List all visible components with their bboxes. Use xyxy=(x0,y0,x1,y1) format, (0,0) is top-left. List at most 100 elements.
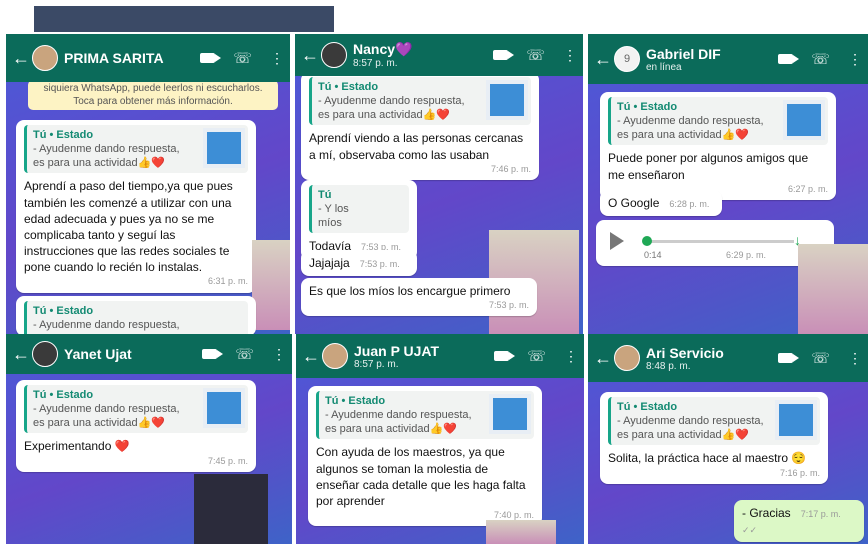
chat-header: ← Juan P UJAT 8:57 p. m. ☏ ⋮ xyxy=(296,334,584,378)
video-call-icon[interactable] xyxy=(494,351,516,361)
status-quote[interactable]: Tú • Estado - Ayudenme dando respuesta, … xyxy=(24,385,248,434)
status-thumbnail xyxy=(783,100,825,140)
notice-line: siquiera WhatsApp, puede leerlos ni escu… xyxy=(43,83,263,94)
incoming-message[interactable]: Tú • Estado - Ayudenme dando respuesta, … xyxy=(600,92,836,200)
message-time: 6:29 p. m. xyxy=(726,250,767,260)
last-seen: 8:57 p. m. xyxy=(353,58,398,69)
video-call-icon[interactable] xyxy=(778,353,800,363)
contact-name[interactable]: Juan P UJAT xyxy=(354,343,494,359)
last-seen: 8:57 p. m. xyxy=(354,358,399,370)
audio-scrubber[interactable] xyxy=(642,236,652,246)
chat-panel-yanet: ← Yanet Ujat ☏ ⋮ Tú • Estado - Ayudenme … xyxy=(6,334,292,544)
audio-track[interactable] xyxy=(644,240,794,243)
avatar[interactable] xyxy=(614,345,640,371)
notice-line: Toca para obtener más información. xyxy=(73,96,233,107)
play-icon[interactable] xyxy=(610,232,624,250)
incoming-message[interactable]: Jajajaja 7:53 p. m. xyxy=(301,250,417,277)
sticker-photo[interactable] xyxy=(798,244,868,334)
sticker-photo[interactable] xyxy=(486,520,556,544)
reply-quote[interactable]: Tú - Y los míos xyxy=(309,185,409,234)
quote-label: Tú • Estado xyxy=(33,305,94,317)
back-arrow-icon[interactable]: ← xyxy=(302,346,320,367)
incoming-message[interactable]: Tú • Estado - Ayudenme dando respuesta, … xyxy=(16,380,256,472)
message-text: - Gracias xyxy=(742,506,791,520)
avatar[interactable] xyxy=(322,343,348,369)
phone-icon[interactable]: ☏ xyxy=(527,347,546,365)
quote-text: - Y los míos xyxy=(318,202,349,229)
encryption-notice[interactable]: siquiera WhatsApp, puede leerlos ni escu… xyxy=(28,80,278,110)
status-quote[interactable]: Tú • Estado - Ayudenme dando respuesta, … xyxy=(24,125,248,174)
video-call-icon[interactable] xyxy=(493,50,515,60)
avatar[interactable] xyxy=(321,42,347,68)
more-vert-icon[interactable]: ⋮ xyxy=(848,350,862,367)
quote-text: - Ayudenme dando respuesta, xyxy=(33,318,180,331)
phone-icon[interactable]: ☏ xyxy=(811,349,830,367)
status-quote[interactable]: Tú • Estado - Ayudenme dando respuesta, … xyxy=(608,397,820,446)
status-thumbnail xyxy=(486,80,528,120)
message-text: Con ayuda de los maestros, ya que alguno… xyxy=(316,445,526,508)
status-quote[interactable]: Tú • Estado - Ayudenme dando respuesta, … xyxy=(309,77,531,126)
video-call-icon[interactable] xyxy=(200,53,222,63)
incoming-message[interactable]: O Google 6:28 p. m. xyxy=(600,190,722,217)
message-time: 7:53 p. m. xyxy=(359,259,400,269)
contact-name[interactable]: Ari Servicio xyxy=(646,345,778,361)
phone-icon[interactable]: ☏ xyxy=(811,50,830,68)
sticker-photo[interactable] xyxy=(252,240,290,330)
avatar[interactable] xyxy=(32,341,58,367)
last-seen: 8:48 p. m. xyxy=(646,360,691,372)
avatar[interactable]: 9 xyxy=(614,46,640,72)
more-vert-icon[interactable]: ⋮ xyxy=(270,50,284,67)
chat-panel-juan: ← Juan P UJAT 8:57 p. m. ☏ ⋮ Tú • Estado… xyxy=(296,334,584,544)
message-text: Aprendí viendo a las personas cercanas a… xyxy=(309,131,524,162)
incoming-message[interactable]: Tú - Y los míos Todavía 7:53 p. m. xyxy=(301,180,417,260)
more-vert-icon[interactable]: ⋮ xyxy=(563,47,577,64)
contact-name[interactable]: Yanet Ujat xyxy=(64,346,202,362)
more-vert-icon[interactable]: ⋮ xyxy=(564,348,578,365)
message-time: 6:28 p. m. xyxy=(669,199,710,209)
chat-header: ← Ari Servicio 8:48 p. m. ☏ ⋮ xyxy=(588,334,868,382)
more-vert-icon[interactable]: ⋮ xyxy=(272,346,286,363)
online-status: en línea xyxy=(646,61,682,73)
top-strip xyxy=(0,0,868,34)
video-call-icon[interactable] xyxy=(778,54,800,64)
status-quote[interactable]: Tú • Estado - Ayudenme dando respuesta, … xyxy=(316,391,534,440)
message-time: 6:31 p. m. xyxy=(207,276,248,287)
chat-panel-nancy: ← Nancy💜 8:57 p. m. ☏ ⋮ Tú • Estado - Ay… xyxy=(295,34,583,334)
outgoing-message[interactable]: - Gracias 7:17 p. m. ✓✓ xyxy=(734,500,864,543)
status-thumbnail xyxy=(203,388,245,428)
incoming-message[interactable]: Tú • Estado - Ayudenme dando respuesta, … xyxy=(600,392,828,484)
contact-name[interactable]: PRIMA SARITA xyxy=(64,50,200,66)
incoming-message[interactable]: Tú • Estado - Ayudenme dando respuesta, … xyxy=(16,120,256,293)
phone-icon[interactable]: ☏ xyxy=(233,49,252,67)
quote-label: Tú xyxy=(318,189,332,201)
back-arrow-icon[interactable]: ← xyxy=(594,348,612,369)
chat-panel-ari: ← Ari Servicio 8:48 p. m. ☏ ⋮ Tú • Estad… xyxy=(588,334,868,544)
chat-header: ← Nancy💜 8:57 p. m. ☏ ⋮ xyxy=(295,34,583,76)
avatar[interactable] xyxy=(32,45,58,71)
incoming-message[interactable]: Tú • Estado - Ayudenme dando respuesta, xyxy=(16,296,256,334)
status-quote[interactable]: Tú • Estado - Ayudenme dando respuesta, xyxy=(24,301,248,334)
more-vert-icon[interactable]: ⋮ xyxy=(848,51,862,68)
contact-name[interactable]: Gabriel DIF xyxy=(646,46,778,62)
message-time: 7:45 p. m. xyxy=(207,455,248,466)
status-quote[interactable]: Tú • Estado - Ayudenme dando respuesta, … xyxy=(608,97,828,146)
incoming-message[interactable]: Tú • Estado - Ayudenme dando respuesta, … xyxy=(308,386,542,527)
back-arrow-icon[interactable]: ← xyxy=(594,49,612,70)
back-arrow-icon[interactable]: ← xyxy=(12,344,30,365)
chat-panel-gabriel: ← 9 Gabriel DIF en línea ☏ ⋮ Tú • Estado… xyxy=(588,34,868,334)
top-dark-bar xyxy=(34,6,334,32)
message-text: Experimentando ❤️ xyxy=(24,439,130,454)
incoming-message[interactable]: Tú • Estado - Ayudenme dando respuesta, … xyxy=(301,72,539,180)
phone-icon[interactable]: ☏ xyxy=(235,345,254,363)
message-time: 7:16 p. m. xyxy=(779,467,820,478)
audio-duration: 0:14 xyxy=(644,250,662,260)
message-text: Solita, la práctica hace al maestro 😌 xyxy=(608,451,807,466)
contact-name[interactable]: Nancy💜 xyxy=(353,41,493,58)
incoming-message[interactable]: Es que los míos los encargue primero 7:5… xyxy=(301,278,537,317)
back-arrow-icon[interactable]: ← xyxy=(12,48,30,69)
video-call-icon[interactable] xyxy=(202,349,224,359)
back-arrow-icon[interactable]: ← xyxy=(301,45,319,66)
message-time: 7:53 p. m. xyxy=(488,300,529,311)
sticker-photo[interactable] xyxy=(194,474,268,544)
phone-icon[interactable]: ☏ xyxy=(526,46,545,64)
